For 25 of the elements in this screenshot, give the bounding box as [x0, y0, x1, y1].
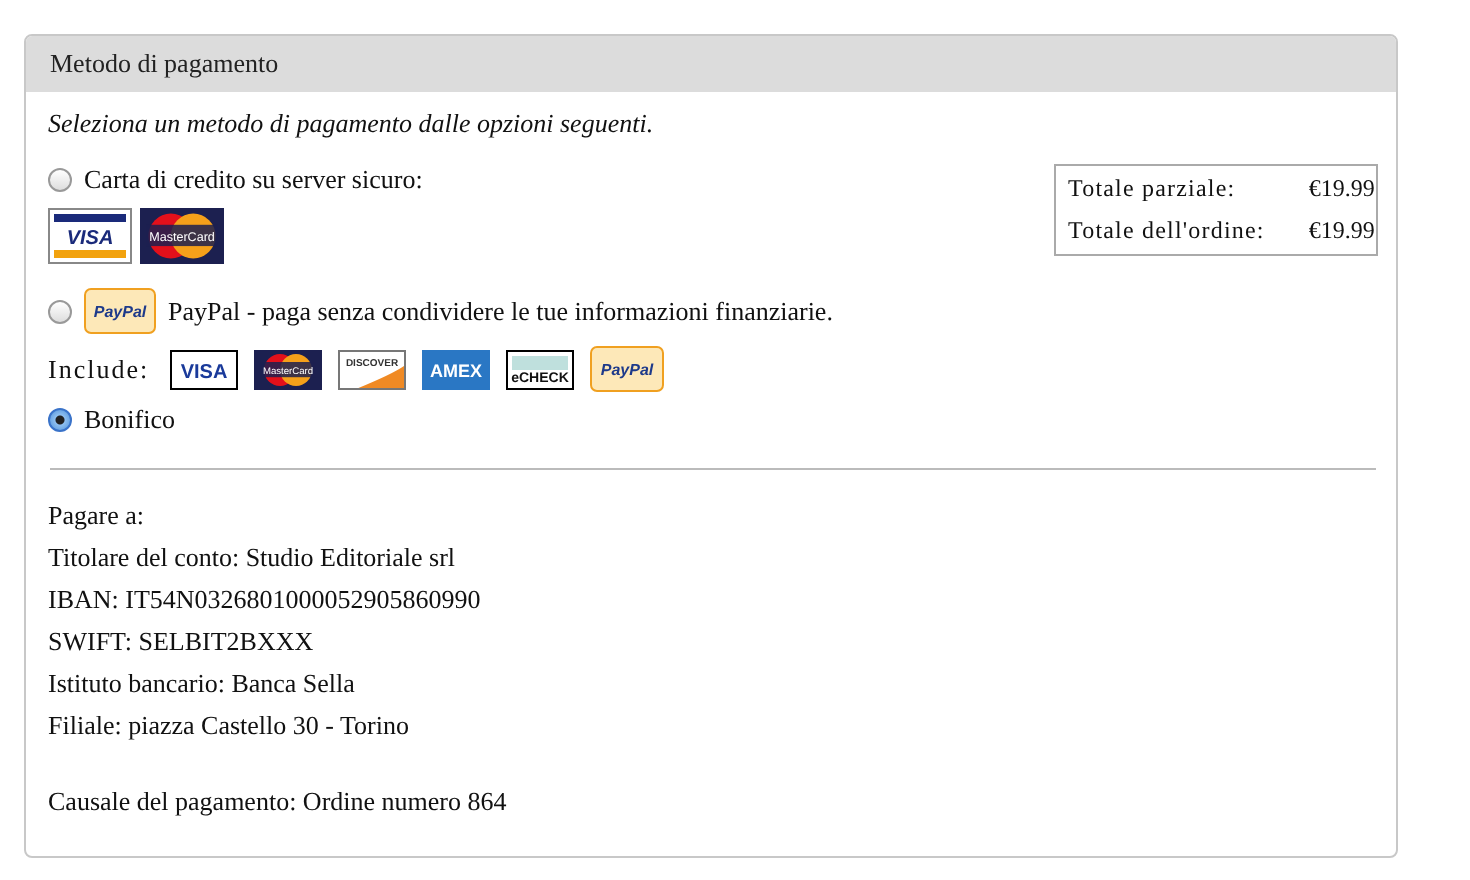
bank-detail: Istituto bancario: Banca Sella: [48, 666, 357, 700]
bank-detail: Pagare a:: [48, 498, 147, 532]
payment-logo: VISA: [169, 349, 238, 389]
payment-logo: AMEX: [421, 349, 490, 389]
option-label: Carta di credito su server sicuro:: [84, 164, 423, 196]
radio-button[interactable]: [48, 299, 72, 323]
radio-button[interactable]: [48, 168, 72, 192]
bank-detail: SWIFT: SELBIT2BXXX: [48, 624, 316, 658]
total-value: €19.99: [1308, 216, 1375, 246]
payment-logo: PayPal: [589, 346, 664, 392]
payment-logo: VISA: [48, 208, 132, 264]
panel-title: Metodo di pagamento: [26, 36, 1396, 92]
bank-detail: Filiale: piazza Castello 30 - Torino: [48, 708, 411, 742]
total-label: Totale dell'ordine:: [1068, 216, 1265, 246]
total-value: €19.99: [1308, 174, 1375, 204]
intro-text: Seleziona un metodo di pagamento dalle opzioni seguenti.: [48, 108, 656, 140]
radio-button[interactable]: [48, 408, 72, 432]
include-label: Include:: [48, 353, 150, 385]
payment-reason: Causale del pagamento: Ordine numero 864: [48, 784, 509, 818]
bank-detail: IBAN: IT54N0326801000052905860990: [48, 582, 483, 616]
bank-detail: Titolare del conto: Studio Editoriale srl: [48, 540, 458, 574]
payment-logo: PayPal: [84, 288, 156, 334]
option-label: Bonifico: [84, 404, 175, 436]
total-label: Totale parziale:: [1068, 174, 1238, 204]
option-label: PayPal - paga senza condividere le tue informazioni finanziarie.: [168, 295, 833, 327]
